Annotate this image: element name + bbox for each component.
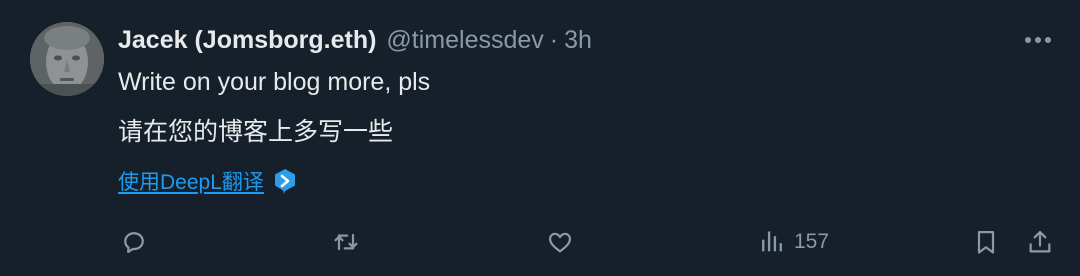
translated-text: 请在您的博客上多写一些 (118, 118, 394, 146)
retweet-icon (334, 233, 358, 251)
reply-icon (124, 232, 144, 254)
tweet-text: Write on your blog more, pls (118, 68, 431, 96)
more-icon (1025, 37, 1051, 43)
deepl-icon[interactable] (272, 168, 298, 194)
like-button[interactable] (546, 222, 574, 262)
bookmark-icon (977, 230, 995, 254)
share-button[interactable] (1026, 222, 1054, 262)
action-bar: 157 (0, 222, 1080, 262)
user-handle[interactable]: @timelessdev (386, 26, 543, 55)
avatar-statue-image (30, 22, 104, 96)
translate-link[interactable]: 使用DeepL翻译 (118, 166, 264, 196)
heart-icon (548, 232, 572, 253)
separator-dot: · (549, 25, 559, 54)
tweet[interactable]: Jacek (Jomsborg.eth) @timelessdev · 3h W… (0, 0, 1080, 276)
views-count: 157 (794, 230, 830, 253)
timestamp[interactable]: 3h (564, 26, 592, 55)
tweet-body: Jacek (Jomsborg.eth) @timelessdev · 3h W… (118, 22, 1060, 150)
reply-button[interactable] (120, 222, 148, 262)
avatar[interactable] (30, 22, 104, 96)
share-icon (1029, 230, 1051, 253)
more-options-button[interactable] (1016, 22, 1060, 58)
views-button[interactable]: 157 (758, 222, 829, 262)
bookmark-button[interactable] (972, 222, 1000, 262)
display-name[interactable]: Jacek (Jomsborg.eth) (118, 26, 376, 55)
views-chart-icon (762, 231, 782, 252)
tweet-header: Jacek (Jomsborg.eth) @timelessdev · 3h (118, 22, 1060, 58)
retweet-button[interactable] (332, 222, 360, 262)
translate-row: 使用DeepL翻译 (118, 166, 298, 196)
